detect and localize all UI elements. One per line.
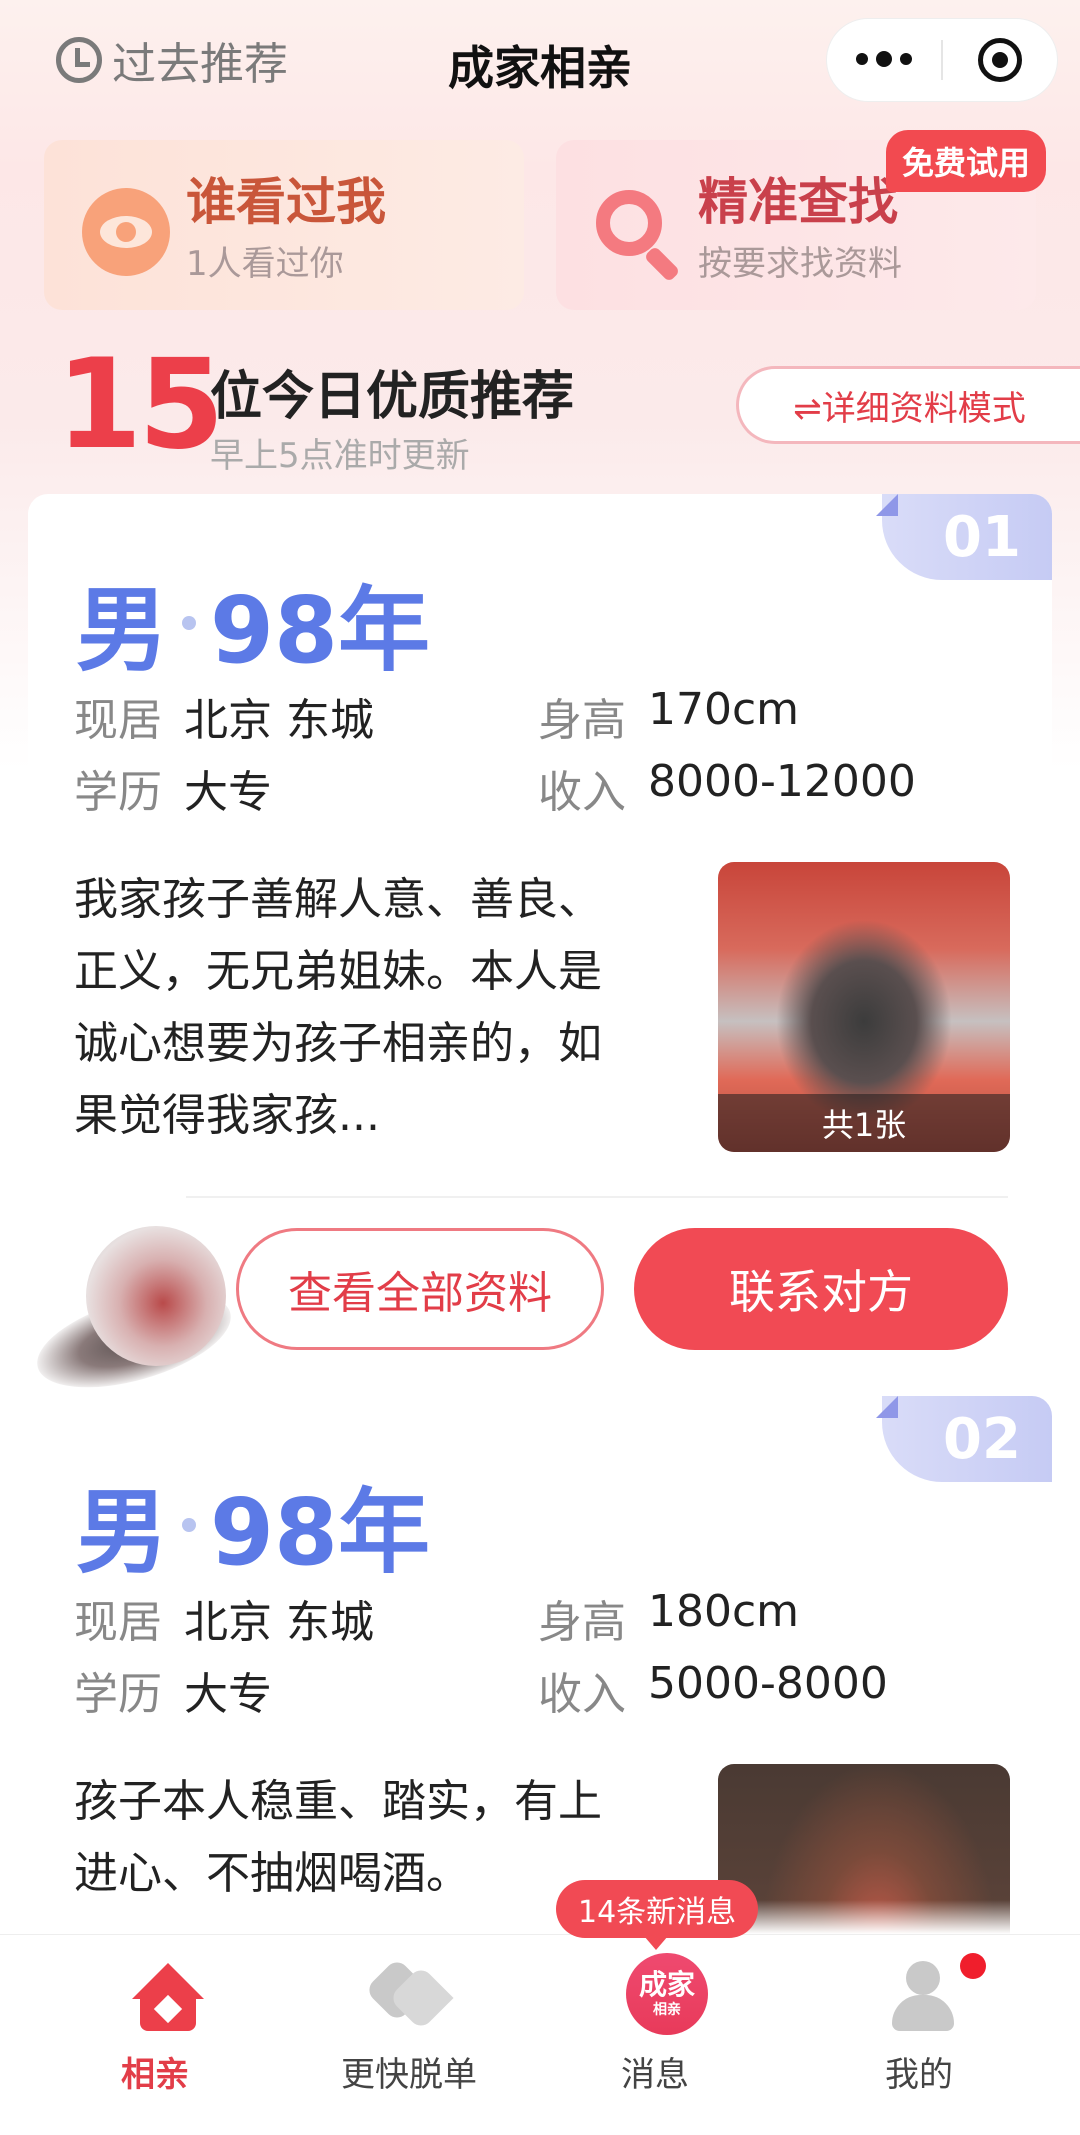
height-value: 180cm	[648, 1586, 800, 1637]
birth-year: 98年	[210, 577, 431, 684]
height-field: 身高 170cm	[538, 684, 799, 748]
education-field: 学历 大专	[74, 756, 272, 820]
education-value: 大专	[184, 1669, 272, 1720]
height-label: 身高	[538, 1597, 626, 1648]
notification-dot	[960, 1953, 986, 1979]
tab-me[interactable]: 我的	[784, 1935, 1054, 2135]
height-field: 身高 180cm	[538, 1586, 799, 1650]
tab-messages[interactable]: 成家 相亲 消息	[520, 1935, 790, 2135]
education-value: 大专	[184, 767, 272, 818]
logo-subtext: 相亲	[653, 2002, 681, 2018]
recommend-title: 位今日优质推荐	[210, 367, 575, 427]
top-nav-bar: 过去推荐 成家相亲	[0, 0, 1080, 120]
feature-title: 谁看过我	[186, 173, 386, 231]
target-icon[interactable]	[943, 38, 1057, 82]
tab-label: 我的	[885, 2055, 953, 2095]
profile-description: 孩子本人稳重、踏实，有上进心、不抽烟喝酒。	[74, 1776, 602, 1899]
mini-program-capsule	[826, 18, 1058, 102]
education-field: 学历 大专	[74, 1658, 272, 1722]
residence-field: 现居 北京 东城	[74, 684, 374, 748]
card-divider	[186, 1196, 1008, 1198]
birth-year: 98年	[210, 1479, 431, 1586]
income-value: 8000-12000	[648, 756, 916, 807]
feature-subtitle: 1人看过你	[186, 244, 344, 284]
tab-label: 消息	[621, 2055, 689, 2095]
height-value: 170cm	[648, 684, 800, 735]
residence-label: 现居	[74, 695, 162, 746]
logo-text: 成家	[638, 1968, 695, 2001]
residence-label: 现居	[74, 1597, 162, 1648]
eye-icon	[82, 188, 170, 276]
feature-subtitle: 按要求找资料	[698, 244, 902, 284]
education-label: 学历	[74, 767, 162, 818]
who-viewed-me-card[interactable]: 谁看过我 1人看过你	[44, 140, 524, 310]
height-label: 身高	[538, 695, 626, 746]
gender-label: 男	[76, 1479, 169, 1586]
residence-value: 北京 东城	[184, 695, 374, 746]
residence-field: 现居 北京 东城	[74, 1586, 374, 1650]
more-dots-icon[interactable]	[827, 51, 941, 67]
profile-photo[interactable]: 共1张	[718, 862, 1010, 1152]
tab-label: 相亲	[121, 2055, 189, 2095]
new-messages-bubble[interactable]: 14条新消息	[556, 1880, 759, 1950]
tab-faster-match[interactable]: 更快脱单	[274, 1935, 544, 2135]
separator-dot	[182, 1517, 197, 1532]
photo-count: 共1张	[718, 1094, 1010, 1152]
feature-title: 精准查找	[698, 173, 898, 231]
income-field: 收入 5000-8000	[538, 1658, 888, 1722]
residence-value: 北京 东城	[184, 1597, 374, 1648]
card-index: 02	[882, 1396, 1052, 1482]
income-value: 5000-8000	[648, 1658, 888, 1709]
home-heart-icon	[132, 1963, 204, 2031]
gender-label: 男	[76, 577, 169, 684]
gender-year: 男 98年	[76, 556, 430, 689]
contact-button[interactable]: 联系对方	[634, 1228, 1008, 1350]
recommend-count: 15	[56, 333, 225, 477]
gender-year: 男 98年	[76, 1458, 430, 1591]
free-trial-badge: 免费试用	[885, 130, 1046, 192]
search-icon	[594, 188, 682, 276]
detail-mode-button[interactable]: ⇌详细资料模式	[736, 366, 1080, 444]
income-label: 收入	[538, 1669, 626, 1720]
recommend-subtitle: 早上5点准时更新	[210, 436, 470, 476]
profile-description: 我家孩子善解人意、善良、正义，无兄弟姐妹。本人是诚心想要为孩子相亲的，如果觉得我…	[74, 874, 602, 1141]
hearts-icon	[364, 1957, 454, 2031]
bottom-tab-bar: 相亲 更快脱单 成家 相亲 消息 我的	[0, 1934, 1080, 2135]
precise-search-card[interactable]: 精准查找 按要求找资料 免费试用	[556, 130, 1046, 310]
tab-label: 更快脱单	[341, 2055, 477, 2095]
scroll-fade	[0, 1900, 1080, 1934]
matchmaker-avatar	[26, 1220, 242, 1407]
person-icon	[892, 1961, 954, 2033]
income-label: 收入	[538, 767, 626, 818]
income-field: 收入 8000-12000	[538, 756, 916, 820]
chengjia-logo-icon: 成家 相亲	[626, 1953, 708, 2035]
education-label: 学历	[74, 1669, 162, 1720]
card-index: 01	[882, 494, 1052, 580]
separator-dot	[182, 615, 197, 630]
view-all-profile-button[interactable]: 查看全部资料	[236, 1228, 604, 1350]
tab-matchmaking[interactable]: 相亲	[20, 1935, 290, 2135]
